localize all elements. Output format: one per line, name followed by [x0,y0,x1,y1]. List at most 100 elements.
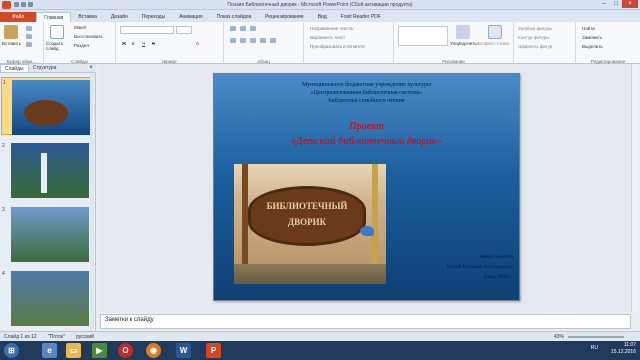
indent-icon[interactable] [250,26,256,31]
tab-home[interactable]: Главная [36,12,72,22]
tray-time[interactable]: 11:07 [611,342,636,349]
slide-number: 3 [2,207,5,213]
new-slide-icon[interactable] [50,25,64,39]
word-icon[interactable]: W [176,343,191,358]
font-size-select[interactable] [176,26,192,34]
thumbnail-image [12,80,90,135]
system-tray: RU 11:07 15.12.2016 [591,342,636,356]
copy-icon[interactable] [26,34,32,39]
underline-icon[interactable]: Ч [142,41,145,46]
font-group: Ж К Ч S A Шрифт [116,22,224,64]
firefox-icon[interactable]: ◉ [146,343,161,358]
tab-outline[interactable]: Структура [29,64,61,72]
tab-foxit[interactable]: Foxit Reader PDF [334,12,388,22]
bullets-icon[interactable] [230,26,236,31]
italic-icon[interactable]: К [132,41,135,46]
text-tools-group: Направление текста Выровнять текст Преоб… [304,22,394,64]
slides-group: Создать слайд Макет Восстановить Раздел … [44,22,116,64]
tab-file[interactable]: Файл [0,12,37,22]
author-block: Автор проекта Канай Наталья Анатольевна … [447,252,513,282]
cut-icon[interactable] [26,26,32,31]
paste-icon[interactable] [4,25,18,39]
format-painter-icon[interactable] [26,42,32,47]
arrange-button[interactable]: Упорядочить [450,41,477,46]
author-name: Канай Наталья Анатольевна [446,264,513,270]
thumbnails-scrollbar[interactable] [90,73,94,331]
text-direction-button[interactable]: Направление текста [310,26,353,31]
ie-icon[interactable]: e [42,343,57,358]
powerpoint-taskbar-icon[interactable]: P [206,343,221,358]
paragraph-group: Абзац [224,22,304,64]
maximize-button[interactable]: □ [610,0,622,8]
layout-button[interactable]: Макет [74,25,87,30]
tray-date[interactable]: 15.12.2016 [611,349,636,356]
slide-thumbnail-2[interactable]: 2 [1,141,93,199]
status-bar: Слайд 1 из 12 "Поток" русский 43% [0,331,640,341]
select-button[interactable]: Выделить [582,44,603,49]
align-left-icon[interactable] [230,38,236,43]
tab-design[interactable]: Дизайн [104,12,135,22]
ribbon-tabs: Файл Главная Вставка Дизайн Переходы Ани… [0,10,640,22]
language-status[interactable]: русский [76,334,94,340]
close-pane-icon[interactable]: × [89,64,96,72]
notes-pane[interactable]: Заметки к слайду [100,314,631,329]
shapes-gallery[interactable] [398,26,448,46]
opera-icon[interactable]: O [118,343,133,358]
slide-photo: БИБЛИОТЕЧНЫЙ ДВОРИК [234,164,386,284]
explorer-icon[interactable]: ▭ [66,343,81,358]
reset-button[interactable]: Восстановить [74,34,103,39]
clipboard-group: Вставить Буфер обме... [0,22,44,64]
strikethrough-icon[interactable]: S [152,41,155,46]
thumbnail-image [11,271,89,326]
tab-transitions[interactable]: Переходы [135,12,172,22]
current-slide[interactable]: Муниципальное бюджетное учреждение культ… [213,73,520,301]
tab-slides[interactable]: Слайды [0,64,29,72]
align-right-icon[interactable] [250,38,256,43]
tab-animation[interactable]: Анимация [172,12,209,22]
slide-thumbnail-3[interactable]: 3 [1,205,93,263]
section-button[interactable]: Раздел [74,43,89,48]
slide-thumbnail-4[interactable]: 4 [1,269,93,327]
org-line-2: «Централизованная библиотечная система» [310,90,423,96]
justify-icon[interactable] [260,38,266,43]
shape-effects-button[interactable]: Эффекты фигур [518,44,552,49]
tab-insert[interactable]: Вставка [71,12,104,22]
tab-slideshow[interactable]: Показ слайдов [210,12,258,22]
font-color-icon[interactable]: A [196,41,199,46]
fountain-shape [41,153,47,193]
quick-styles-icon[interactable] [488,25,502,39]
quick-styles-button[interactable]: Экспресс-стили [476,41,509,46]
new-slide-button[interactable]: Создать слайд [46,41,70,51]
arrange-icon[interactable] [456,25,470,39]
media-icon[interactable]: ▶ [92,343,107,358]
zoom-slider[interactable] [568,336,624,338]
align-center-icon[interactable] [240,38,246,43]
tray-language[interactable]: RU [591,345,598,352]
canvas-scrollbar[interactable] [631,64,639,312]
start-button-icon[interactable]: ⊞ [4,343,19,358]
editing-group: Найти Заменить Выделить Редактирование [576,22,640,64]
numbering-icon[interactable] [240,26,246,31]
align-text-button[interactable]: Выровнять текст [310,35,345,40]
minimize-button[interactable]: – [598,0,610,8]
bold-icon[interactable]: Ж [122,41,126,46]
slide-number: 1 [3,80,6,86]
ground-area [234,264,386,284]
columns-icon[interactable] [270,38,276,43]
tab-view[interactable]: Вид [311,12,334,22]
shape-outline-button[interactable]: Контур фигуры [518,35,549,40]
title-bar: Поэзия Библиотечный дворик - Microsoft P… [0,0,640,10]
font-name-select[interactable] [120,26,174,34]
slide-thumbnail-1[interactable]: 1 [1,77,93,135]
paste-button[interactable]: Вставить [2,41,21,46]
close-button[interactable]: × [622,0,638,8]
replace-button[interactable]: Заменить [582,35,602,40]
zoom-level[interactable]: 43% [554,334,564,340]
slide-thumbnails-pane: 1 2 3 4 [0,73,96,331]
shape-fill-button[interactable]: Заливка фигуры [518,26,552,31]
org-line-1: Муниципальное бюджетное учреждение культ… [302,82,431,88]
tab-review[interactable]: Рецензирование [258,12,311,22]
smartart-button[interactable]: Преобразовать в SmartArt [310,44,365,49]
find-button[interactable]: Найти [582,26,595,31]
project-title: «Детский библиотечный дворик» [291,136,442,147]
